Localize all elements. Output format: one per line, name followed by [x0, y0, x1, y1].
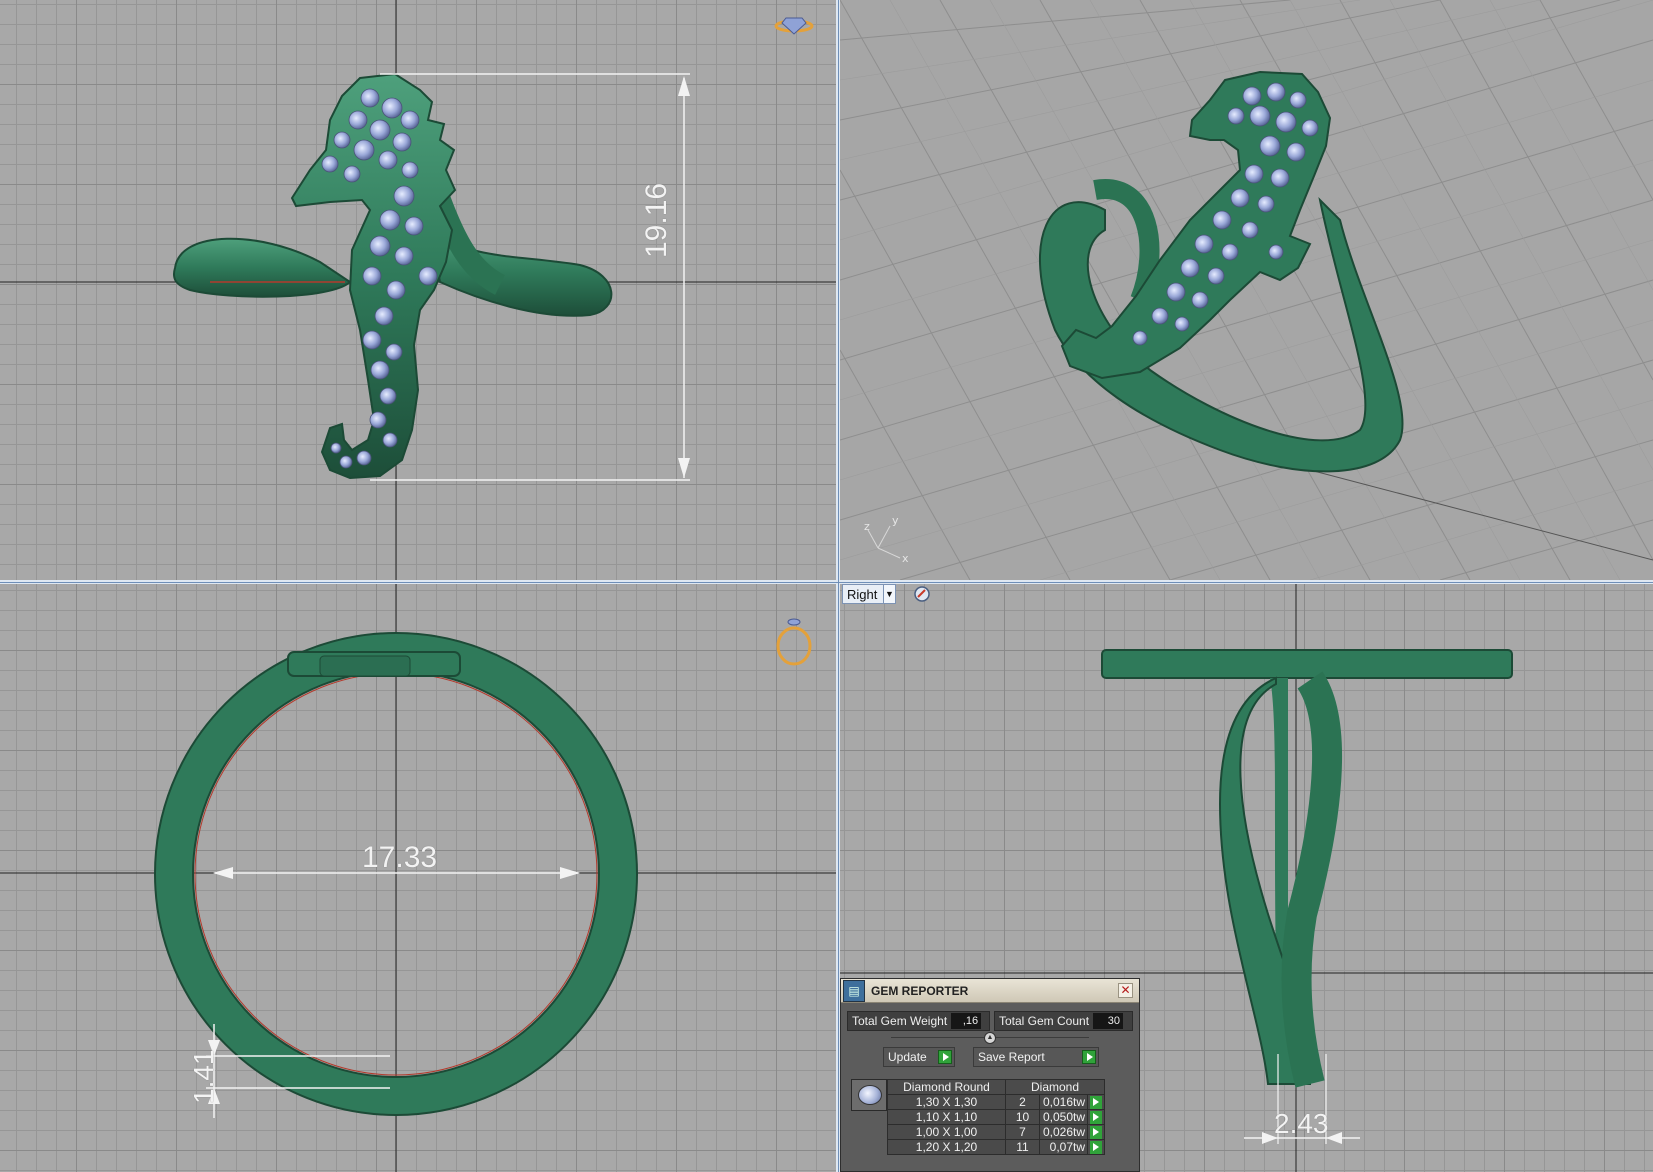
- gem-thumbnail[interactable]: [851, 1079, 887, 1111]
- total-gem-weight-field: Total Gem Weight ,16: [847, 1011, 990, 1031]
- update-button[interactable]: Update: [883, 1047, 955, 1067]
- table-row: 1,20 X 1,20 11 0,07tw: [887, 1139, 1105, 1155]
- collapse-icon[interactable]: ▲: [984, 1032, 996, 1044]
- view-selector-label: Right: [847, 586, 878, 602]
- play-icon: [1090, 1095, 1102, 1109]
- play-icon: [1090, 1140, 1102, 1154]
- save-report-button-label: Save Report: [978, 1050, 1045, 1064]
- top-view-model: [0, 0, 836, 580]
- select-row-button[interactable]: [1087, 1139, 1105, 1155]
- gem-weight: 0,07tw: [1039, 1139, 1088, 1155]
- axis-x-label: x: [902, 552, 909, 565]
- gem-size: 1,30 X 1,30: [887, 1094, 1006, 1110]
- play-icon: [1090, 1125, 1102, 1139]
- gem-reporter-app-icon: ▤: [843, 979, 865, 1002]
- width-dimension: 2.43: [1274, 1108, 1329, 1139]
- front-viewport[interactable]: 17.33 1.41: [0, 584, 836, 1172]
- gem-view-icon: [774, 17, 814, 35]
- gem-reporter-titlebar[interactable]: ▤ GEM REPORTER ✕: [841, 979, 1139, 1003]
- gem-size: 1,10 X 1,10: [887, 1109, 1006, 1125]
- ring-view-icon: [776, 618, 812, 666]
- chevron-down-icon[interactable]: ▼: [883, 585, 895, 603]
- table-row: 1,30 X 1,30 2 0,016tw: [887, 1094, 1105, 1110]
- view-selector-dropdown[interactable]: Right ▼: [842, 584, 896, 604]
- thickness-dimension: 1.41: [188, 1049, 219, 1105]
- play-icon: [1090, 1110, 1102, 1124]
- close-icon[interactable]: ✕: [1118, 983, 1133, 998]
- axis-y-label: y: [892, 514, 899, 527]
- column-header-material: Diamond: [1005, 1079, 1105, 1095]
- gem-size: 1,20 X 1,20: [887, 1139, 1006, 1155]
- panel-splitter[interactable]: ▲: [891, 1032, 1089, 1045]
- gem-reporter-title: GEM REPORTER: [871, 983, 969, 998]
- viewport-edge-horizontal: [0, 582, 1653, 583]
- update-button-label: Update: [888, 1050, 927, 1064]
- inner-diameter-dimension: 17.33: [362, 841, 438, 874]
- gem-table: Diamond Round Diamond 1,30 X 1,30 2 0,01…: [887, 1079, 1105, 1155]
- table-row: 1,10 X 1,10 10 0,050tw: [887, 1109, 1105, 1125]
- table-row: 1,00 X 1,00 7 0,026tw: [887, 1124, 1105, 1140]
- total-gem-count-field: Total Gem Count 30: [993, 1011, 1133, 1031]
- total-gem-count-value: 30: [1093, 1013, 1124, 1029]
- total-gem-weight-label: Total Gem Weight: [852, 1014, 948, 1028]
- total-gem-count-label: Total Gem Count: [998, 1014, 1090, 1028]
- gem-count: 2: [1005, 1094, 1040, 1110]
- total-gem-weight-value: ,16: [951, 1013, 982, 1029]
- column-header-shape: Diamond Round: [887, 1079, 1006, 1095]
- play-icon: [938, 1050, 952, 1064]
- select-row-button[interactable]: [1087, 1124, 1105, 1140]
- axis-z-label: z: [864, 520, 870, 533]
- gem-reporter-panel: ▤ GEM REPORTER ✕ Total Gem Weight ,16 To…: [840, 978, 1140, 1172]
- gem-weight: 0,050tw: [1039, 1109, 1088, 1125]
- select-row-button[interactable]: [1087, 1094, 1105, 1110]
- top-viewport[interactable]: 19.16: [0, 0, 836, 580]
- perspective-grid: z y x: [840, 0, 1653, 580]
- display-mode-icon[interactable]: [912, 584, 932, 604]
- gem-weight: 0,016tw: [1039, 1094, 1088, 1110]
- perspective-viewport[interactable]: z y x: [840, 0, 1653, 580]
- gem-weight: 0,026tw: [1039, 1124, 1088, 1140]
- viewport-edge-vertical: [838, 0, 839, 1172]
- gem-count: 10: [1005, 1109, 1040, 1125]
- gem-count: 7: [1005, 1124, 1040, 1140]
- gem-count: 11: [1005, 1139, 1040, 1155]
- front-view-model: [0, 584, 836, 1172]
- height-dimension: 19.16: [640, 182, 673, 258]
- play-icon: [1082, 1050, 1096, 1064]
- gem-size: 1,00 X 1,00: [887, 1124, 1006, 1140]
- select-row-button[interactable]: [1087, 1109, 1105, 1125]
- round-diamond-icon: [858, 1085, 882, 1105]
- save-report-button[interactable]: Save Report: [973, 1047, 1099, 1067]
